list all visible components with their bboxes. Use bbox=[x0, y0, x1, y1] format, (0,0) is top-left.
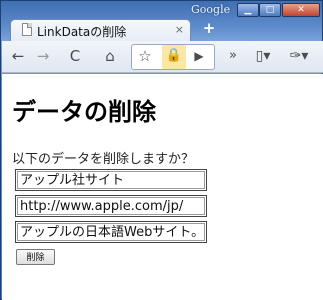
browser-window: Google ▁ □ ✕ LinkDataの削除 × + ← → C ⌂ ☆ 🔒… bbox=[0, 0, 323, 300]
tab-active[interactable]: LinkDataの削除 × bbox=[10, 19, 191, 41]
home-icon[interactable]: ⌂ bbox=[98, 45, 122, 69]
google-brand: Google bbox=[191, 3, 231, 16]
page-title: データの削除 bbox=[12, 98, 156, 126]
field-title: アップル社サイト bbox=[15, 169, 207, 191]
lock-icon[interactable]: 🔒 bbox=[162, 45, 186, 69]
field-description: アップルの日本語Webサイト。 bbox=[15, 221, 207, 243]
delete-button[interactable]: 削除 bbox=[16, 249, 55, 265]
toolbar: ← → C ⌂ ☆ 🔒 ▶ » ▯▾ ✑▾ bbox=[2, 41, 323, 73]
page-favicon-icon bbox=[22, 23, 32, 36]
maximize-icon[interactable]: □ bbox=[259, 3, 281, 17]
field-title-value: アップル社サイト bbox=[17, 171, 205, 189]
reload-icon[interactable]: C bbox=[64, 45, 86, 69]
field-url: http://www.apple.com/jp/ bbox=[15, 195, 207, 217]
new-tab-button[interactable]: + bbox=[198, 21, 220, 37]
wrench-menu-icon[interactable]: ✑▾ bbox=[284, 45, 314, 69]
page-menu-icon[interactable]: ▯▾ bbox=[248, 45, 278, 69]
chevron-more-icon[interactable]: » bbox=[226, 45, 240, 69]
title-bar: Google ▁ □ ✕ bbox=[1, 1, 322, 21]
forward-arrow-icon[interactable]: → bbox=[32, 45, 54, 69]
confirm-prompt: 以下のデータを削除しますか？ bbox=[12, 152, 195, 167]
minimize-icon[interactable]: ▁ bbox=[237, 3, 259, 17]
page-content: データの削除 以下のデータを削除しますか？ アップル社サイト http://ww… bbox=[2, 74, 323, 300]
close-icon[interactable]: ✕ bbox=[282, 3, 320, 17]
play-icon[interactable]: ▶ bbox=[189, 45, 209, 69]
star-icon[interactable]: ☆ bbox=[134, 45, 156, 69]
tab-close-icon[interactable]: × bbox=[175, 23, 184, 36]
tab-title: LinkDataの削除 bbox=[37, 25, 127, 39]
field-description-value: アップルの日本語Webサイト。 bbox=[17, 223, 205, 241]
field-url-value: http://www.apple.com/jp/ bbox=[17, 197, 205, 215]
back-arrow-icon[interactable]: ← bbox=[7, 45, 29, 69]
